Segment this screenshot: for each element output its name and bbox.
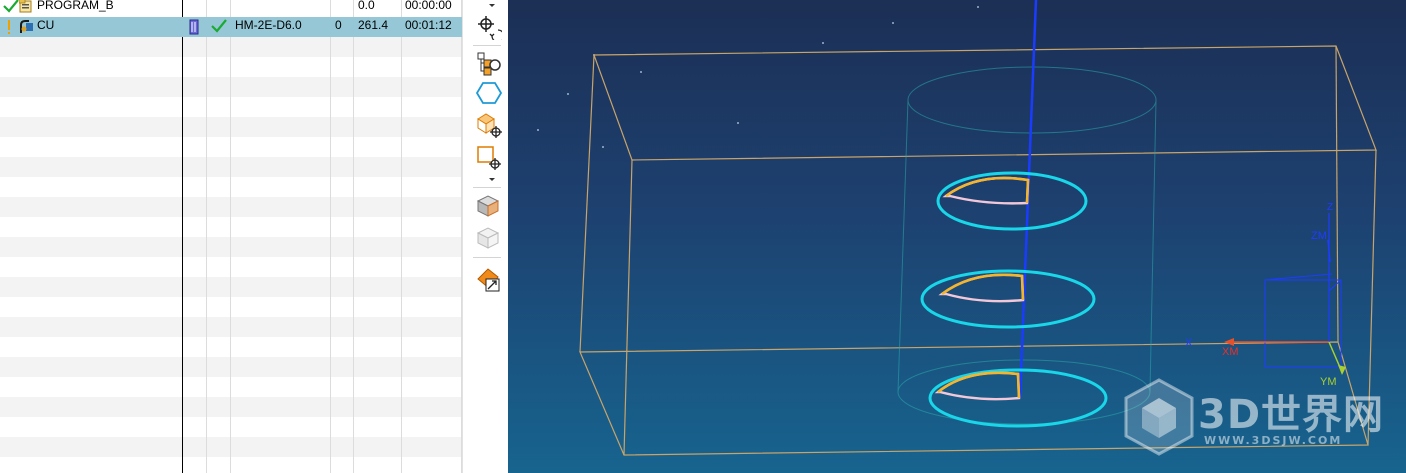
column-divider-main: [182, 0, 183, 473]
axis-label-x: X: [1185, 337, 1193, 349]
cavity-mill-operation-icon: [19, 19, 35, 39]
navigator-empty-row[interactable]: [0, 297, 462, 317]
warning-icon: [6, 19, 12, 39]
navigator-empty-row[interactable]: [0, 357, 462, 377]
selection-crosshair-icon[interactable]: [476, 145, 502, 171]
navigator-empty-row[interactable]: [0, 257, 462, 277]
column-divider: [230, 0, 231, 473]
tool-number: 0: [335, 18, 342, 32]
navigator-empty-row[interactable]: [0, 377, 462, 397]
shaded-box-icon[interactable]: [476, 193, 502, 219]
toolbar-separator: [473, 187, 501, 188]
column-divider: [401, 0, 402, 473]
navigator-empty-row[interactable]: [0, 57, 462, 77]
tool-name: HM-2E-D6.0: [235, 18, 302, 32]
operation-time-value: 0.0: [358, 0, 375, 12]
operation-time: 00:00:00: [405, 0, 452, 12]
navigator-empty-row[interactable]: [0, 397, 462, 417]
navigator-empty-row[interactable]: [0, 337, 462, 357]
column-divider: [353, 0, 354, 473]
navigator-empty-row[interactable]: [0, 217, 462, 237]
navigator-empty-row[interactable]: [0, 117, 462, 137]
operation-navigator: PROGRAM_B 0.0 00:00:00 CU HM-2E-D6.0 0 2…: [0, 0, 462, 473]
column-divider: [206, 0, 207, 473]
operation-name: PROGRAM_B: [37, 0, 114, 12]
navigator-empty-row[interactable]: [0, 157, 462, 177]
navigator-empty-row[interactable]: [0, 97, 462, 117]
background-dots: [537, 6, 979, 148]
navigator-empty-row[interactable]: [0, 137, 462, 157]
navigator-empty-row[interactable]: [0, 417, 462, 437]
chevron-down-icon[interactable]: [489, 178, 495, 181]
toolpath-level-top: [936, 171, 1088, 231]
navigator-row-operation-selected[interactable]: CU HM-2E-D6.0 0 261.4 00:01:12: [0, 17, 462, 37]
toolpath-level-middle: [920, 269, 1096, 329]
navigator-empty-row[interactable]: [0, 37, 462, 57]
axis-label-zm: ZM: [1311, 230, 1327, 242]
watermark-logo: [1124, 378, 1194, 456]
coordinate-triad: [1224, 213, 1346, 375]
operation-time-value: 261.4: [358, 18, 389, 32]
toolpath-icon: [189, 19, 199, 39]
navigator-empty-row[interactable]: [0, 197, 462, 217]
view-toolbar: [462, 0, 509, 473]
geometry-view-icon[interactable]: [476, 51, 502, 77]
navigator-row-program[interactable]: PROGRAM_B 0.0 00:00:00: [0, 0, 462, 17]
wireframe-box-icon[interactable]: [476, 225, 502, 251]
axis-label-z: Z: [1327, 202, 1334, 213]
toolbar-separator: [473, 257, 501, 258]
check-icon: [211, 19, 227, 39]
navigator-empty-row[interactable]: [0, 437, 462, 457]
navigator-empty-row[interactable]: [0, 77, 462, 97]
origin-rotate-icon[interactable]: [476, 14, 505, 43]
box-crosshair-icon[interactable]: [476, 112, 502, 138]
column-divider: [330, 0, 331, 473]
navigator-empty-row[interactable]: [0, 237, 462, 257]
operation-time: 00:01:12: [405, 18, 452, 32]
watermark-url: WWW.3DSJW.COM: [1204, 434, 1343, 447]
navigator-empty-row[interactable]: [0, 317, 462, 337]
chevron-down-icon[interactable]: [489, 4, 495, 7]
navigator-empty-row[interactable]: [0, 277, 462, 297]
material-icon[interactable]: [476, 267, 502, 293]
operation-name: CU: [37, 18, 55, 32]
watermark: 3D世界网 WWW.3DSJW.COM: [1122, 378, 1392, 458]
watermark-title: 3D世界网: [1198, 392, 1385, 438]
axis-label-xm: XM: [1222, 346, 1239, 358]
navigator-empty-row[interactable]: [0, 177, 462, 197]
toolbar-separator: [473, 45, 501, 46]
hexagon-icon[interactable]: [475, 80, 503, 106]
toolpath-level-bottom: [928, 368, 1108, 428]
